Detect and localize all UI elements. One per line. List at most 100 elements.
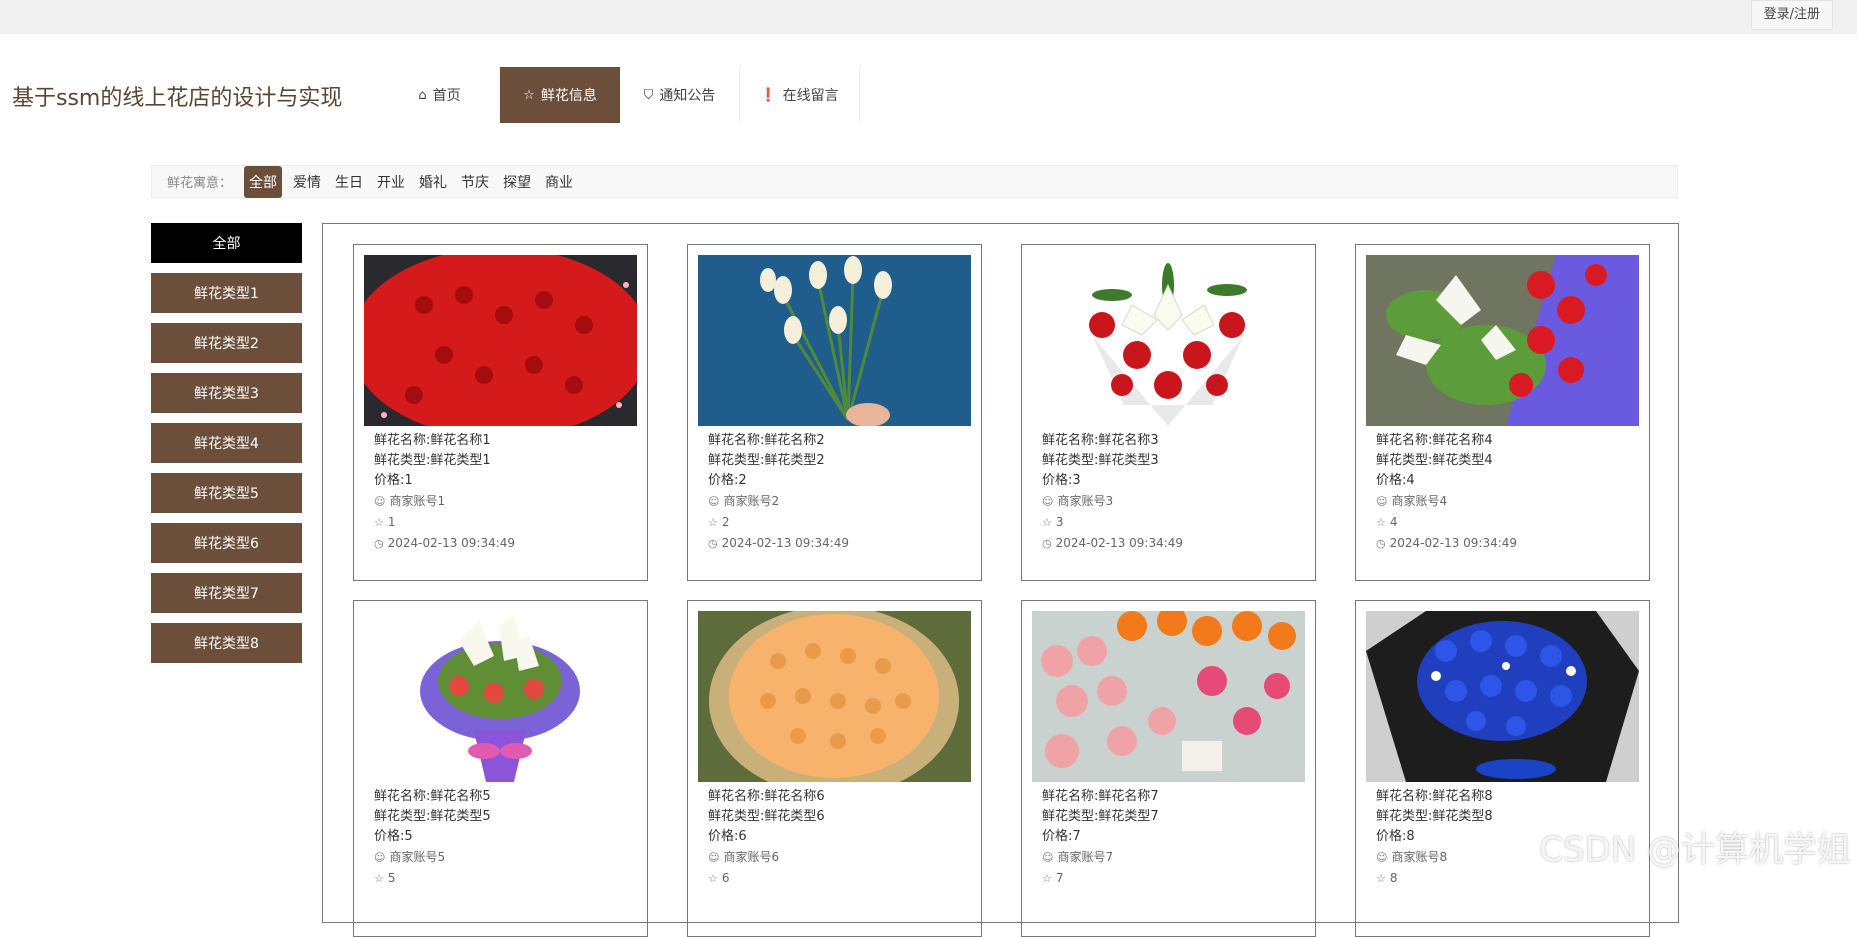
product-name: 鲜花名称:鲜花名称5 — [374, 789, 491, 804]
nav-notices[interactable]: ⛉ 通知公告 — [620, 67, 740, 123]
sidebar-item-type2[interactable]: 鲜花类型2 — [151, 323, 302, 363]
product-name: 鲜花名称:鲜花名称2 — [708, 433, 825, 448]
product-image[interactable] — [1032, 611, 1305, 782]
filter-option-festival[interactable]: 节庆 — [458, 168, 492, 196]
product-type: 鲜花类型:鲜花类型2 — [708, 453, 825, 468]
product-name: 鲜花名称:鲜花名称6 — [708, 789, 825, 804]
product-name: 鲜花名称:鲜花名称3 — [1042, 433, 1159, 448]
product-type: 鲜花类型:鲜花类型3 — [1042, 453, 1159, 468]
user-icon: ☺ — [708, 495, 720, 508]
sidebar-item-type7[interactable]: 鲜花类型7 — [151, 573, 302, 613]
filter-option-wedding[interactable]: 婚礼 — [416, 168, 450, 196]
user-icon: ☺ — [1042, 495, 1054, 508]
product-image[interactable] — [1366, 255, 1639, 426]
filter-label: 鲜花寓意： — [167, 176, 233, 191]
clock-icon: ◷ — [708, 537, 718, 550]
top-bar: 登录/注册 — [0, 0, 1857, 34]
filter-option-birthday[interactable]: 生日 — [332, 168, 366, 196]
nav-flower-info[interactable]: ☆ 鲜花信息 — [500, 67, 620, 123]
product-price: 价格:2 — [708, 473, 747, 488]
product-time: ◷ 2024-02-13 09:34:49 — [1042, 536, 1184, 550]
product-card-5[interactable]: 鲜花名称:鲜花名称5 鲜花类型:鲜花类型5 价格:5 ☺ 商家账号5 ☆ 5 — [353, 600, 648, 937]
product-card-1[interactable]: 鲜花名称:鲜花名称1 鲜花类型:鲜花类型1 价格:1 ☺ 商家账号1 ☆ 1 ◷ 20… — [353, 244, 648, 581]
product-type: 鲜花类型:鲜花类型1 — [374, 453, 491, 468]
product-price: 价格:1 — [374, 473, 413, 488]
product-merchant: ☺ 商家账号1 — [374, 494, 446, 508]
product-image[interactable] — [364, 255, 637, 426]
sidebar-item-type4[interactable]: 鲜花类型4 — [151, 423, 302, 463]
sidebar-item-type3[interactable]: 鲜花类型3 — [151, 373, 302, 413]
sidebar-item-type5[interactable]: 鲜花类型5 — [151, 473, 302, 513]
product-time: ◷ 2024-02-13 09:34:49 — [1376, 536, 1518, 550]
login-register-button[interactable]: 登录/注册 — [1750, 0, 1833, 30]
alert-icon: ❗ — [760, 87, 777, 103]
star-icon: ☆ — [1042, 516, 1052, 529]
user-icon: ☺ — [374, 851, 386, 864]
product-merchant: ☺ 商家账号7 — [1042, 850, 1114, 864]
product-card-6[interactable]: 鲜花名称:鲜花名称6 鲜花类型:鲜花类型6 价格:6 ☺ 商家账号6 ☆ 6 — [687, 600, 982, 937]
user-icon: ☺ — [374, 495, 386, 508]
nav-messages[interactable]: ❗ 在线留言 — [740, 67, 860, 123]
product-type: 鲜花类型:鲜花类型6 — [708, 809, 825, 824]
user-icon: ☺ — [1376, 495, 1388, 508]
product-type: 鲜花类型:鲜花类型5 — [374, 809, 491, 824]
product-name: 鲜花名称:鲜花名称4 — [1376, 433, 1493, 448]
product-type: 鲜花类型:鲜花类型7 — [1042, 809, 1159, 824]
product-price: 价格:8 — [1376, 829, 1415, 844]
sidebar-item-type6[interactable]: 鲜花类型6 — [151, 523, 302, 563]
product-stars: ☆ 1 — [374, 515, 396, 529]
product-stars: ☆ 4 — [1376, 515, 1398, 529]
filter-option-love[interactable]: 爱情 — [290, 168, 324, 196]
product-price: 价格:6 — [708, 829, 747, 844]
category-sidebar: 全部 鲜花类型1 鲜花类型2 鲜花类型3 鲜花类型4 鲜花类型5 鲜花类型6 鲜… — [151, 223, 302, 673]
product-time: ◷ 2024-02-13 09:34:49 — [374, 536, 516, 550]
product-card-3[interactable]: 鲜花名称:鲜花名称3 鲜花类型:鲜花类型3 价格:3 ☺ 商家账号3 ☆ 3 ◷ 20… — [1021, 244, 1316, 581]
product-grid: 鲜花名称:鲜花名称1 鲜花类型:鲜花类型1 价格:1 ☺ 商家账号1 ☆ 1 ◷ 20… — [322, 223, 1679, 937]
product-merchant: ☺ 商家账号5 — [374, 850, 446, 864]
home-icon: ⌂ — [418, 87, 427, 103]
nav-flower-info-label: 鲜花信息 — [540, 88, 597, 104]
star-icon: ☆ — [523, 87, 535, 103]
product-merchant: ☺ 商家账号4 — [1376, 494, 1448, 508]
product-image[interactable] — [698, 611, 971, 782]
filter-option-business[interactable]: 商业 — [542, 168, 576, 196]
product-name: 鲜花名称:鲜花名称8 — [1376, 789, 1493, 804]
nav-home[interactable]: ⌂ 首页 — [380, 67, 500, 123]
product-merchant: ☺ 商家账号3 — [1042, 494, 1114, 508]
product-image[interactable] — [698, 255, 971, 426]
product-type: 鲜花类型:鲜花类型8 — [1376, 809, 1493, 824]
product-card-7[interactable]: 鲜花名称:鲜花名称7 鲜花类型:鲜花类型7 价格:7 ☺ 商家账号7 ☆ 7 — [1021, 600, 1316, 937]
product-image[interactable] — [1366, 611, 1639, 782]
product-card-8[interactable]: 鲜花名称:鲜花名称8 鲜花类型:鲜花类型8 价格:8 ☺ 商家账号8 ☆ 8 — [1355, 600, 1650, 937]
product-merchant: ☺ 商家账号8 — [1376, 850, 1448, 864]
product-image[interactable] — [364, 611, 637, 782]
filter-option-all[interactable]: 全部 — [244, 165, 283, 198]
product-type: 鲜花类型:鲜花类型4 — [1376, 453, 1493, 468]
clock-icon: ◷ — [374, 537, 384, 550]
filter-option-visit[interactable]: 探望 — [500, 168, 534, 196]
watermark: CSDN @计算机学姐 — [1539, 830, 1851, 870]
site-title: 基于ssm的线上花店的设计与实现 — [12, 86, 343, 111]
nav-home-label: 首页 — [432, 88, 461, 104]
product-card-2[interactable]: 鲜花名称:鲜花名称2 鲜花类型:鲜花类型2 价格:2 ☺ 商家账号2 ☆ 2 ◷ 20… — [687, 244, 982, 581]
filter-option-opening[interactable]: 开业 — [374, 168, 408, 196]
user-icon: ☺ — [708, 851, 720, 864]
clock-icon: ◷ — [1042, 537, 1052, 550]
bag-icon: ⛉ — [643, 87, 654, 103]
product-price: 价格:5 — [374, 829, 413, 844]
product-card-4[interactable]: 鲜花名称:鲜花名称4 鲜花类型:鲜花类型4 价格:4 ☺ 商家账号4 ☆ 4 ◷ 20… — [1355, 244, 1650, 581]
nav-notices-label: 通知公告 — [659, 88, 716, 104]
sidebar-item-all[interactable]: 全部 — [151, 223, 302, 263]
star-icon: ☆ — [708, 516, 718, 529]
product-name: 鲜花名称:鲜花名称7 — [1042, 789, 1159, 804]
meaning-filter-bar: 鲜花寓意： 全部 爱情 生日 开业 婚礼 节庆 探望 商业 — [151, 165, 1678, 198]
star-icon: ☆ — [1376, 516, 1386, 529]
product-time: ◷ 2024-02-13 09:34:49 — [708, 536, 850, 550]
star-icon: ☆ — [374, 516, 384, 529]
product-price: 价格:3 — [1042, 473, 1081, 488]
sidebar-item-type1[interactable]: 鲜花类型1 — [151, 273, 302, 313]
product-stars: ☆ 3 — [1042, 515, 1064, 529]
sidebar-item-type8[interactable]: 鲜花类型8 — [151, 623, 302, 663]
product-image[interactable] — [1032, 255, 1305, 426]
product-price: 价格:4 — [1376, 473, 1415, 488]
